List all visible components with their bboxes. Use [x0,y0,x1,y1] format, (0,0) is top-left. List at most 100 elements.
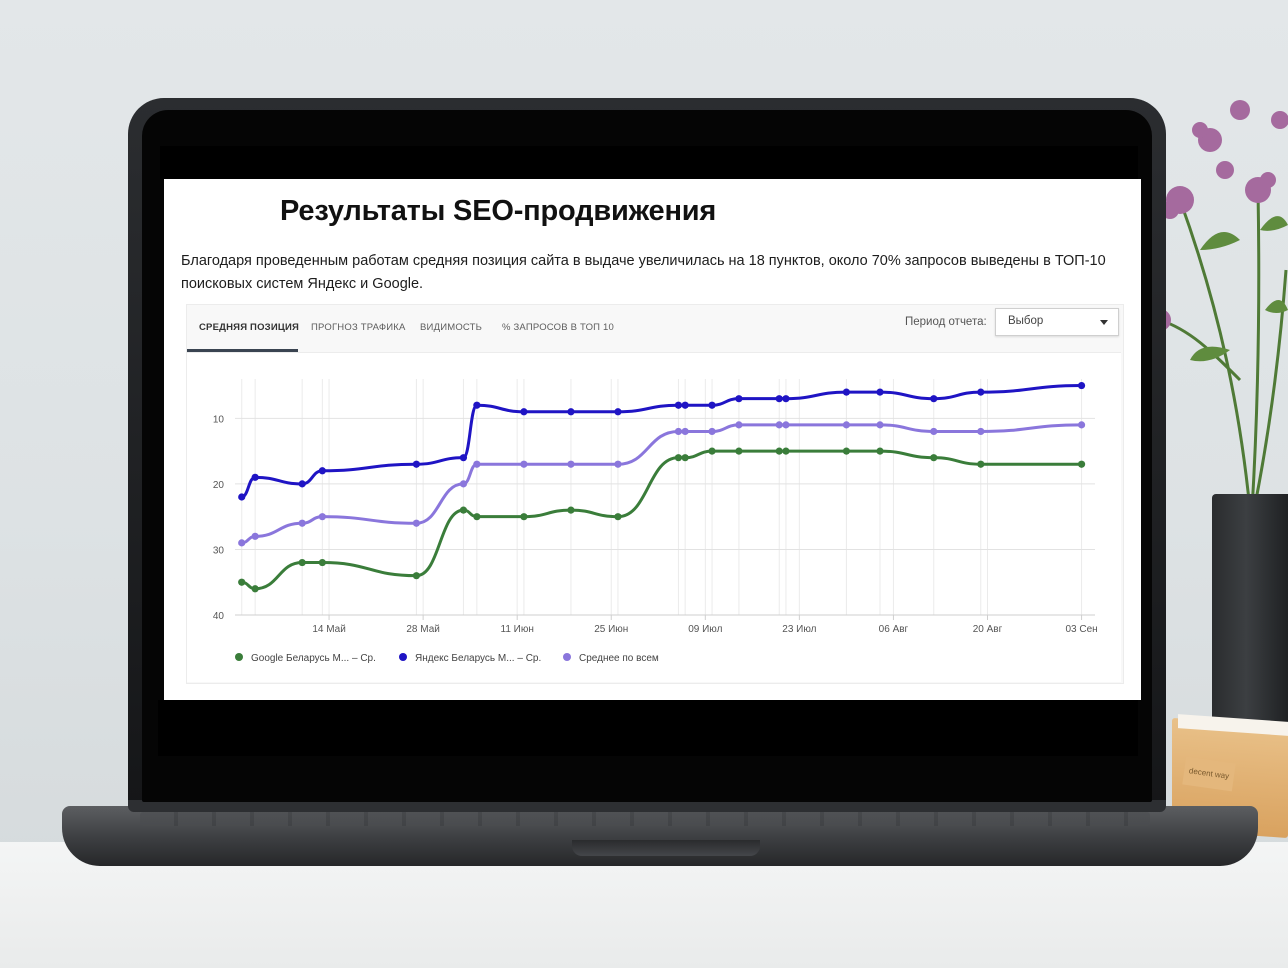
line-chart: 10 20 30 40 14 Май 28 Май 11 Июн 25 Июн 09 Июл 23… [213,379,1098,664]
data-point [674,401,683,409]
data-point [473,513,481,521]
chart-panel: 10 20 30 40 14 Май 28 Май 11 Июн 25 Июн 09 Июл 23… [187,352,1121,682]
data-point [930,427,938,436]
data-point [1077,460,1086,468]
legend-label: Google Беларусь М... – Ср. [251,653,376,664]
legend-label: Яндекс Беларусь М... – Ср. [415,653,541,664]
screen-bottom-strip [158,700,1138,756]
tab-top10-share[interactable]: % ЗАПРОСОВ В ТОП 10 [502,322,614,333]
data-point [614,460,622,468]
period-label: Период отчета: [905,316,987,328]
data-point [473,401,481,409]
data-point [251,585,259,593]
data-point [412,572,421,580]
data-point [520,513,528,521]
data-point [708,427,716,436]
legend-marker [235,653,243,661]
data-point [459,480,468,488]
data-point [238,493,246,501]
data-point [782,395,790,403]
data-point [412,519,421,527]
data-point [775,447,783,455]
chart-tabs: СРЕДНЯЯ ПОЗИЦИЯ ПРОГНОЗ ТРАФИКА ВИДИМОСТ… [187,305,887,352]
tab-average-position[interactable]: СРЕДНЯЯ ПОЗИЦИЯ [199,322,299,333]
data-point [1077,421,1086,429]
data-point [318,513,326,521]
data-point [459,454,468,462]
x-tick-label: 23 Июл [782,624,816,635]
data-point [251,532,259,540]
laptop-notch [572,840,760,856]
x-tick-label: 25 Июн [594,624,628,635]
legend-label: Среднее по всем [579,653,659,664]
legend-marker [399,653,407,661]
period-select-value: Выбор [1008,315,1044,327]
y-tick-label: 30 [213,545,225,556]
data-point [930,395,938,403]
data-point [298,519,306,527]
laptop-screen: Результаты SEO-продвижения Благодаря про… [164,179,1141,700]
page-title: Результаты SEO-продвижения [280,195,717,227]
data-point [298,558,306,567]
data-point [735,421,743,429]
screen-top-strip [160,146,1138,179]
tab-traffic-forecast[interactable]: ПРОГНОЗ ТРАФИКА [311,322,406,333]
x-tick-label: 28 Май [406,624,440,635]
x-tick-label: 11 Июн [501,624,534,635]
data-point [775,421,783,429]
data-point [735,395,743,403]
y-tick-label: 10 [213,414,225,425]
x-tick-label: 20 Авг [973,624,1003,635]
x-tick-label: 14 Май [312,624,346,635]
y-tick-label: 20 [213,480,225,491]
laptop-keyboard-edge [140,812,1150,826]
data-point [298,480,306,488]
data-point [459,506,468,514]
chevron-down-icon [1100,320,1108,325]
data-point [520,460,528,468]
data-point [520,408,528,416]
period-select[interactable]: Выбор [995,308,1119,336]
data-point [775,395,783,403]
data-point [674,454,683,462]
data-point [674,427,683,436]
legend-marker [563,653,571,661]
data-point [567,460,575,468]
x-tick-label: 03 Сен [1065,624,1097,635]
data-point [977,388,985,396]
data-point [708,401,716,409]
data-point [473,460,481,468]
data-point [708,447,716,455]
data-point [567,506,575,514]
plant-pot [1212,494,1288,740]
data-point [681,427,689,436]
data-point [681,401,689,409]
data-point [251,473,259,481]
data-point [782,447,790,455]
data-point [977,460,985,468]
data-point [930,454,938,462]
seo-chart-widget: СРЕДНЯЯ ПОЗИЦИЯ ПРОГНОЗ ТРАФИКА ВИДИМОСТ… [186,304,1124,684]
page-description: Благодаря проведенным работам средняя по… [181,253,1106,292]
data-point [876,388,884,396]
data-point [876,421,884,429]
data-point [842,421,851,429]
data-point [614,513,622,521]
series-line [240,384,1084,499]
data-point [1077,381,1086,390]
data-point [681,454,689,462]
data-point [412,460,421,468]
data-point [977,427,985,436]
data-point [782,421,790,429]
data-point [238,539,246,547]
data-point [876,447,884,455]
x-tick-label: 09 Июл [688,624,722,635]
data-point [567,408,575,416]
tab-visibility[interactable]: ВИДИМОСТЬ [420,322,482,333]
data-point [238,578,246,586]
data-point [318,467,326,475]
y-tick-label: 40 [213,611,225,622]
data-point [614,408,622,416]
x-tick-label: 06 Авг [879,624,909,635]
data-point [842,447,851,455]
